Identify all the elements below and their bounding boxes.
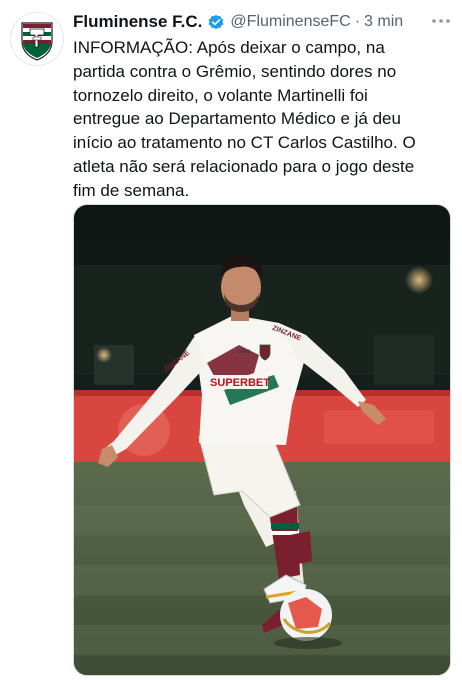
author-handle[interactable]: @FluminenseFC — [230, 13, 350, 31]
tweet-text: INFORMAÇÃO: Após deixar o campo, na part… — [73, 36, 458, 203]
verified-badge-icon — [207, 13, 225, 31]
tweet-timestamp[interactable]: 3 min — [364, 13, 403, 31]
tweet-text-line: início ao tratamento no CT Carlos Castil… — [73, 133, 416, 153]
more-options-icon[interactable] — [429, 10, 453, 32]
header-separator: · — [354, 13, 361, 30]
tweet-photo[interactable]: SUPERBET Leve ZINZANE ZINZANE — [73, 204, 451, 676]
shirt-sponsor-text: SUPERBET — [210, 377, 270, 389]
tweet-text-line: entregue ao Departamento Médico e já deu — [73, 109, 401, 129]
tweet-text-line: tornozelo direito, o volante Martinelli … — [73, 85, 368, 105]
tweet-header: Fluminense F.C. @FluminenseFC · 3 min — [73, 9, 453, 35]
tweet-text-line: atleta não será relacionado para o jogo … — [73, 156, 415, 176]
fluminense-crest-icon[interactable] — [10, 12, 64, 66]
tweet: Fluminense F.C. @FluminenseFC · 3 min IN… — [0, 0, 462, 680]
author-name[interactable]: Fluminense F.C. — [73, 12, 202, 32]
tweet-text-line: fim de semana. — [73, 180, 190, 200]
shirt-chest-text: Leve — [237, 349, 251, 355]
tweet-text-line: INFORMAÇÃO: Após deixar o campo, na — [73, 38, 385, 57]
tweet-text-line: partida contra o Grêmio, sentindo dores … — [73, 61, 397, 81]
